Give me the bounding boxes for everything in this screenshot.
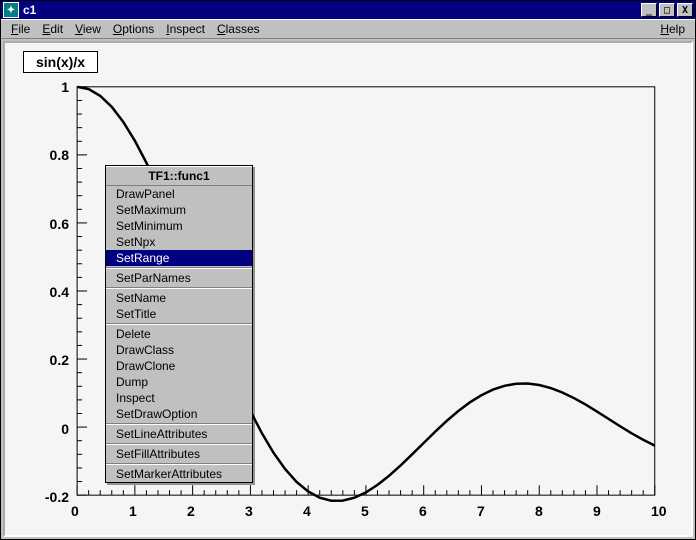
cm-item-setname[interactable]: SetName: [106, 290, 252, 306]
cm-item-delete[interactable]: Delete: [106, 326, 252, 342]
x-tick-label: 4: [303, 503, 311, 519]
window-title: c1: [23, 3, 639, 17]
cm-sep: [106, 443, 252, 445]
y-tick-label: 0.6: [29, 216, 69, 232]
menu-classes[interactable]: Classes: [211, 20, 266, 38]
close-button[interactable]: X: [677, 3, 693, 17]
menu-edit[interactable]: Edit: [36, 20, 69, 38]
cm-item-drawpanel[interactable]: DrawPanel: [106, 186, 252, 202]
cm-sep: [106, 287, 252, 289]
cm-item-setnpx[interactable]: SetNpx: [106, 234, 252, 250]
cm-item-setlineattributes[interactable]: SetLineAttributes: [106, 426, 252, 442]
menu-help[interactable]: Help: [654, 20, 691, 38]
cm-item-setminimum[interactable]: SetMinimum: [106, 218, 252, 234]
y-tick-label: 0.2: [29, 352, 69, 368]
menu-inspect[interactable]: Inspect: [160, 20, 211, 38]
cm-item-settitle[interactable]: SetTitle: [106, 306, 252, 322]
y-ticks: [77, 87, 87, 495]
minimize-button[interactable]: _: [641, 3, 657, 17]
window: ✦ c1 _ □ X File Edit View Options Inspec…: [0, 0, 696, 540]
cm-item-setmarkerattributes[interactable]: SetMarkerAttributes: [106, 466, 252, 482]
y-tick-label: 0.4: [29, 284, 69, 300]
x-tick-label: 7: [477, 503, 485, 519]
y-tick-label: -0.2: [29, 489, 69, 505]
cm-item-drawclass[interactable]: DrawClass: [106, 342, 252, 358]
x-tick-label: 3: [245, 503, 253, 519]
x-tick-label: 8: [535, 503, 543, 519]
titlebar[interactable]: ✦ c1 _ □ X: [1, 1, 695, 19]
x-tick-label: 0: [71, 503, 79, 519]
menu-view[interactable]: View: [69, 20, 107, 38]
cm-item-setparnames[interactable]: SetParNames: [106, 270, 252, 286]
app-icon: ✦: [3, 2, 19, 18]
cm-item-setdrawoption[interactable]: SetDrawOption: [106, 406, 252, 422]
x-tick-label: 2: [187, 503, 195, 519]
menu-options[interactable]: Options: [107, 20, 160, 38]
x-tick-label: 9: [593, 503, 601, 519]
context-menu-title: TF1::func1: [106, 166, 252, 186]
y-tick-label: 0.8: [29, 147, 69, 163]
x-tick-label: 5: [361, 503, 369, 519]
cm-sep: [106, 323, 252, 325]
x-tick-label: 10: [651, 503, 667, 519]
x-tick-label: 6: [419, 503, 427, 519]
menu-file[interactable]: File: [5, 20, 36, 38]
x-tick-label: 1: [129, 503, 137, 519]
maximize-button[interactable]: □: [659, 3, 675, 17]
menubar: File Edit View Options Inspect Classes H…: [1, 19, 695, 39]
cm-item-setrange[interactable]: SetRange: [106, 250, 252, 266]
cm-item-setmaximum[interactable]: SetMaximum: [106, 202, 252, 218]
cm-item-setfillattributes[interactable]: SetFillAttributes: [106, 446, 252, 462]
cm-sep: [106, 463, 252, 465]
cm-item-dump[interactable]: Dump: [106, 374, 252, 390]
cm-item-drawclone[interactable]: DrawClone: [106, 358, 252, 374]
canvas-area[interactable]: sin(x)/x 0 1 2 3 4 5 6 7 8 9 10 -0.2 0 0…: [3, 41, 693, 537]
cm-item-inspect[interactable]: Inspect: [106, 390, 252, 406]
context-menu[interactable]: TF1::func1 DrawPanel SetMaximum SetMinim…: [105, 165, 253, 483]
cm-sep: [106, 423, 252, 425]
cm-sep: [106, 267, 252, 269]
y-tick-label: 1: [29, 79, 69, 95]
y-tick-label: 0: [29, 421, 69, 437]
